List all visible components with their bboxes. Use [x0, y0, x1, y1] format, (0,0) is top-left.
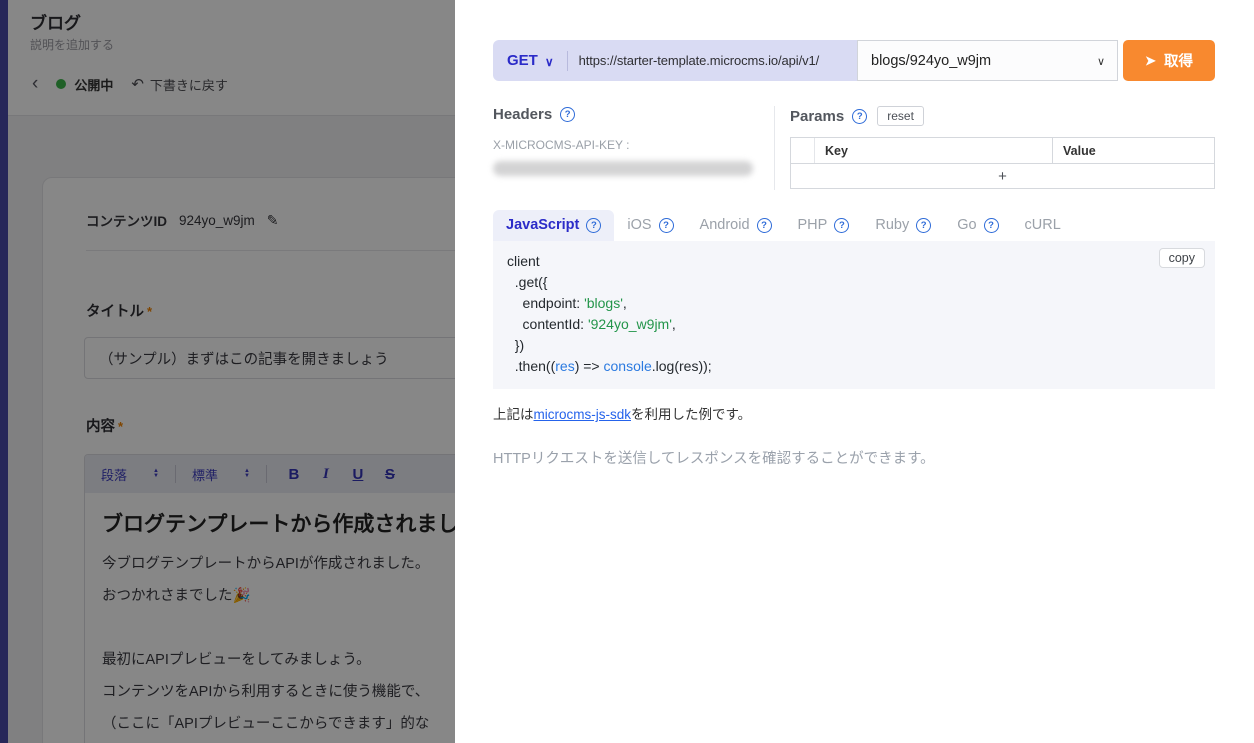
- request-bar: GET ∨ https://starter-template.microcms.…: [493, 40, 1215, 81]
- reset-button[interactable]: reset: [877, 106, 924, 126]
- add-param-button[interactable]: +: [791, 164, 1214, 188]
- help-icon[interactable]: ?: [560, 107, 575, 122]
- base-url-text: https://starter-template.microcms.io/api…: [579, 53, 820, 68]
- tab-php[interactable]: PHP?: [785, 210, 863, 241]
- code-line: }): [507, 335, 1201, 356]
- chevron-down-icon: ∨: [545, 55, 554, 69]
- tab-curl[interactable]: cURL: [1012, 210, 1074, 241]
- http-note: HTTPリクエストを送信してレスポンスを確認することができます。: [493, 447, 1215, 468]
- headers-title-row: Headers ?: [493, 106, 774, 123]
- api-preview-panel: GET ∨ https://starter-template.microcms.…: [455, 0, 1254, 743]
- params-table-header: Key Value: [791, 138, 1214, 164]
- fetch-button[interactable]: ➤ 取得: [1123, 40, 1215, 81]
- api-key-value-redacted: [493, 161, 753, 176]
- chevron-down-icon: ∨: [1097, 55, 1105, 68]
- tab-label: JavaScript: [506, 217, 579, 233]
- tab-label: Go: [957, 217, 976, 233]
- help-icon[interactable]: ?: [984, 218, 999, 233]
- fetch-button-label: 取得: [1164, 50, 1193, 71]
- code-snippet-block: client .get({ endpoint: 'blogs', content…: [493, 241, 1215, 389]
- sdk-note-suffix: を利用した例です。: [631, 407, 751, 422]
- code-line: .get({: [507, 272, 1201, 293]
- params-title-row: Params ? reset: [790, 106, 1215, 126]
- code-line: .then((res) => console.log(res));: [507, 356, 1201, 377]
- sdk-note: 上記はmicrocms-js-sdkを利用した例です。: [493, 403, 1215, 423]
- sdk-link[interactable]: microcms-js-sdk: [534, 407, 632, 422]
- language-tabs: JavaScript?iOS?Android?PHP?Ruby?Go?cURL: [493, 210, 1215, 241]
- code-line: endpoint: 'blogs',: [507, 293, 1201, 314]
- headers-title: Headers: [493, 106, 552, 123]
- tab-go[interactable]: Go?: [944, 210, 1011, 241]
- help-icon[interactable]: ?: [916, 218, 931, 233]
- method-select[interactable]: GET: [507, 52, 538, 69]
- tab-label: cURL: [1025, 217, 1061, 233]
- tab-label: iOS: [627, 217, 651, 233]
- headers-section: Headers ? X-MICROCMS-API-KEY :: [493, 106, 775, 190]
- code-line: contentId: '924yo_w9jm',: [507, 314, 1201, 335]
- help-icon[interactable]: ?: [586, 218, 601, 233]
- sdk-note-prefix: 上記は: [493, 407, 534, 422]
- value-column-header: Value: [1053, 138, 1214, 163]
- tab-label: Ruby: [875, 217, 909, 233]
- params-section: Params ? reset Key Value +: [775, 106, 1215, 190]
- api-key-label: X-MICROCMS-API-KEY :: [493, 138, 774, 152]
- endpoint-select[interactable]: blogs/924yo_w9jm ∨: [857, 40, 1118, 81]
- tab-javascript[interactable]: JavaScript?: [493, 210, 614, 241]
- tab-label: PHP: [798, 217, 828, 233]
- help-icon[interactable]: ?: [852, 109, 867, 124]
- code-line: client: [507, 251, 1201, 272]
- params-title-group: Params ?: [790, 108, 867, 125]
- method-url-group: GET ∨ https://starter-template.microcms.…: [493, 40, 857, 81]
- tab-label: Android: [700, 217, 750, 233]
- key-column-header: Key: [815, 138, 1053, 163]
- help-icon[interactable]: ?: [659, 218, 674, 233]
- headers-params-row: Headers ? X-MICROCMS-API-KEY : Params ? …: [493, 106, 1215, 190]
- modal-backdrop[interactable]: [0, 0, 455, 743]
- checkbox-column: [791, 138, 815, 163]
- tab-android[interactable]: Android?: [687, 210, 785, 241]
- tab-ruby[interactable]: Ruby?: [862, 210, 944, 241]
- code-lines: client .get({ endpoint: 'blogs', content…: [507, 251, 1201, 377]
- divider: [567, 51, 568, 71]
- help-icon[interactable]: ?: [834, 218, 849, 233]
- copy-button[interactable]: copy: [1159, 248, 1205, 268]
- help-icon[interactable]: ?: [757, 218, 772, 233]
- tab-ios[interactable]: iOS?: [614, 210, 686, 241]
- send-icon: ➤: [1145, 54, 1156, 67]
- params-title: Params: [790, 108, 844, 125]
- params-table: Key Value +: [790, 137, 1215, 189]
- endpoint-selected-value: blogs/924yo_w9jm: [871, 53, 991, 69]
